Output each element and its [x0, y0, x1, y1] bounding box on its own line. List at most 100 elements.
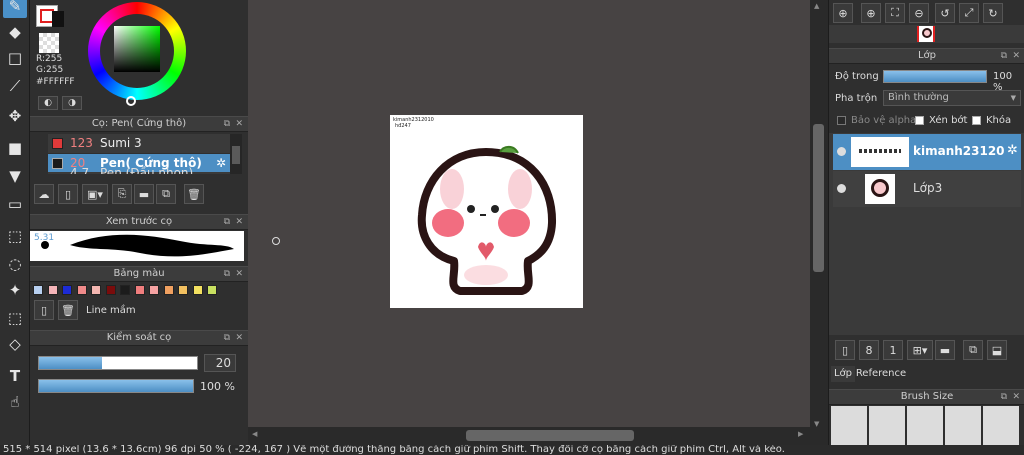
canvas-area[interactable]: kimanh2312010 hđ247 [248, 0, 810, 427]
select-eraser-tool-icon[interactable]: ◇ [3, 332, 27, 356]
palette-swatch[interactable] [178, 285, 188, 295]
text-tool-icon[interactable]: T [3, 364, 27, 388]
canvas-vertical-scrollbar[interactable]: ▲ ▼ [810, 0, 828, 445]
merge-layer-icon[interactable]: ⬓ [987, 340, 1007, 360]
brush-list-scrollbar[interactable] [230, 134, 242, 174]
scroll-up-icon[interactable]: ▲ [814, 2, 824, 10]
background-color-swatch[interactable] [52, 11, 64, 27]
tab-layer[interactable]: Lớp [831, 366, 855, 382]
lock-checkbox[interactable] [972, 116, 981, 125]
brush-upload-button[interactable]: ☁ [34, 184, 54, 204]
magic-wand-tool-icon[interactable]: ✦ [3, 278, 27, 302]
palette-swatch[interactable] [76, 285, 87, 295]
brush-settings-gear-icon[interactable]: ✲ [216, 156, 226, 170]
transparent-color-swatch[interactable] [39, 33, 59, 53]
brush-size-cell[interactable] [983, 406, 1019, 445]
line-tool-icon[interactable]: ⟋ [3, 74, 27, 98]
brush-size-cell[interactable] [945, 406, 981, 445]
layer-opacity-slider[interactable] [883, 70, 987, 83]
navigator-thumbnail[interactable] [917, 26, 935, 42]
new-folder-icon[interactable]: ▬ [935, 340, 955, 360]
panel-close-icon[interactable]: ✕ [235, 267, 243, 281]
brush-add-dropdown-button[interactable]: ▣▾ [82, 184, 108, 204]
brush-new-button[interactable]: ▯ [58, 184, 78, 204]
panel-detach-icon[interactable]: ⧉ [1001, 390, 1007, 404]
brush-size-cell[interactable] [869, 406, 905, 445]
panel-close-icon[interactable]: ✕ [1012, 390, 1020, 404]
brush-copy-button[interactable]: ⎘ [112, 184, 132, 204]
palette-swatch[interactable] [62, 285, 72, 295]
palette-delete-button[interactable]: 🗑 [58, 300, 78, 320]
rotate-right-icon[interactable]: ↻ [983, 3, 1003, 23]
layer-row-selected[interactable]: kimanh23120 ✲ [833, 134, 1021, 170]
visibility-eye-icon[interactable] [837, 147, 846, 156]
panel-close-icon[interactable]: ✕ [1012, 49, 1020, 63]
scroll-down-icon[interactable]: ▼ [814, 420, 824, 428]
rotate-left-icon[interactable]: ↺ [935, 3, 955, 23]
layer-settings-gear-icon[interactable]: ✲ [1007, 143, 1018, 158]
select-rect-tool-icon[interactable]: ⬚ [3, 224, 27, 248]
duplicate-layer-icon[interactable]: ⧉ [963, 340, 983, 360]
saturation-square[interactable] [114, 26, 160, 72]
palette-swatch[interactable] [33, 285, 43, 295]
visibility-eye-icon[interactable] [837, 184, 846, 193]
canvas-horizontal-scrollbar[interactable]: ◀ ▶ [248, 427, 810, 445]
protect-alpha-checkbox[interactable] [837, 116, 846, 125]
tab-reference[interactable]: Reference [855, 366, 907, 382]
brush-size-input[interactable]: 20 [204, 354, 236, 372]
brush-size-cell[interactable] [907, 406, 943, 445]
panel-detach-icon[interactable]: ⧉ [224, 267, 230, 281]
palette-swatch[interactable] [192, 285, 203, 295]
brush-row[interactable]: 123 Sumi 3 [48, 134, 230, 153]
panel-detach-icon[interactable]: ⧉ [1001, 49, 1007, 63]
palette-swatch[interactable] [47, 285, 58, 295]
color-mode-button[interactable]: ◐ [38, 96, 58, 110]
brush-folder-button[interactable]: ▬ [134, 184, 154, 204]
scroll-right-icon[interactable]: ▶ [798, 430, 803, 438]
palette-swatch[interactable] [163, 285, 174, 295]
drawing-canvas[interactable]: kimanh2312010 hđ247 [390, 115, 583, 308]
brush-duplicate-button[interactable]: ⧉ [156, 184, 176, 204]
brush-delete-button[interactable]: 🗑 [184, 184, 204, 204]
new-1bit-layer-icon[interactable]: 1 [883, 340, 903, 360]
zoom-fit-button-icon[interactable]: ⊕ [833, 3, 853, 23]
new-layer-icon[interactable]: ▯ [835, 340, 855, 360]
palette-swatch[interactable] [149, 285, 159, 295]
lasso-tool-icon[interactable]: ◌ [3, 252, 27, 276]
rectangle-tool-icon[interactable]: □ [3, 46, 27, 70]
color-history-button[interactable]: ◑ [62, 96, 82, 110]
select-pen-tool-icon[interactable]: ⬚ [3, 306, 27, 330]
gradient-tool-icon[interactable]: ▭ [3, 192, 27, 216]
bucket-tool-icon[interactable]: ▼ [3, 164, 27, 188]
scroll-thumb[interactable] [232, 146, 240, 164]
clipping-checkbox[interactable] [915, 116, 924, 125]
palette-swatch[interactable] [207, 285, 217, 295]
palette-swatch[interactable] [91, 285, 101, 295]
eraser-tool-icon[interactable]: ◆ [3, 20, 27, 44]
hue-picker-ring[interactable] [126, 96, 136, 106]
brush-size-cell[interactable] [831, 406, 867, 445]
brush-opacity-slider[interactable] [38, 379, 194, 393]
panel-close-icon[interactable]: ✕ [235, 215, 243, 229]
palette-swatch[interactable] [120, 285, 130, 295]
palette-new-button[interactable]: ▯ [34, 300, 54, 320]
scroll-thumb[interactable] [813, 124, 824, 272]
hand-tool-icon[interactable]: ☝ [3, 390, 27, 414]
scroll-thumb[interactable] [466, 430, 634, 441]
move-tool-icon[interactable]: ✥ [3, 104, 27, 128]
fit-window-icon[interactable]: ⛶ [885, 3, 905, 23]
fill-rect-tool-icon[interactable]: ■ [3, 136, 27, 160]
palette-swatch[interactable] [105, 285, 116, 295]
brush-tool-icon[interactable]: ✎ [3, 0, 27, 18]
brush-size-slider[interactable] [38, 356, 198, 370]
fullscreen-icon[interactable]: ⤢ [959, 3, 979, 23]
layer-row[interactable]: Lớp3 [833, 171, 1021, 207]
zoom-out-icon[interactable]: ⊖ [909, 3, 929, 23]
brush-row[interactable]: 4.7 Pen (Đầu nhọn) [48, 166, 230, 174]
panel-detach-icon[interactable]: ⧉ [224, 331, 230, 345]
panel-detach-icon[interactable]: ⧉ [224, 117, 230, 131]
zoom-in-icon[interactable]: ⊕ [861, 3, 881, 23]
palette-swatch[interactable] [134, 285, 145, 295]
new-8bit-layer-icon[interactable]: 8 [859, 340, 879, 360]
scroll-left-icon[interactable]: ◀ [252, 430, 257, 438]
